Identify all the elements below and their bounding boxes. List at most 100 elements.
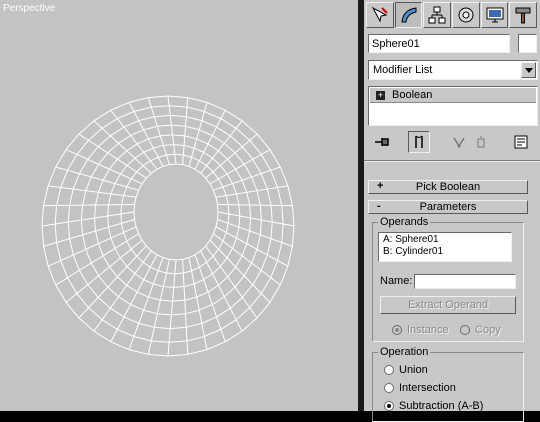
stack-item-boolean[interactable]: + Boolean — [370, 88, 536, 103]
pick-boolean-rollout-header[interactable]: + Pick Boolean — [368, 180, 528, 194]
wireframe-edge — [124, 187, 127, 196]
radio-button[interactable] — [460, 325, 470, 335]
wireframe-edge — [218, 143, 224, 150]
remove-modifier-button[interactable] — [470, 131, 492, 153]
show-end-result-button[interactable] — [408, 131, 430, 153]
wireframe-edge — [108, 214, 121, 216]
wireframe-edge — [270, 285, 280, 302]
wireframe-edge — [98, 147, 108, 153]
wireframe-edge — [184, 287, 185, 301]
wireframe-edge — [202, 112, 205, 121]
wireframe-edge — [197, 139, 208, 144]
wireframe-edge — [129, 336, 134, 349]
wireframe-edge — [158, 258, 163, 271]
wireframe-edge — [267, 239, 271, 255]
wireframe-edge — [109, 159, 117, 169]
wireframe-edge — [91, 177, 103, 180]
wireframe-edge — [216, 227, 226, 233]
wireframe-edge — [220, 165, 227, 174]
radio-button[interactable] — [384, 401, 394, 411]
operand-name-input[interactable] — [414, 274, 516, 289]
wireframe-edge — [225, 110, 242, 121]
wireframe-edge — [86, 249, 91, 263]
wireframe-edge — [139, 121, 144, 130]
wireframe-edge — [70, 189, 74, 205]
wireframe-edge — [187, 98, 188, 108]
wireframe-edge — [153, 145, 163, 148]
wireframe-edge — [121, 212, 134, 214]
radio-button[interactable] — [384, 383, 394, 393]
expand-icon[interactable]: + — [376, 91, 385, 100]
wireframe-edge — [129, 102, 134, 111]
wireframe-edge — [194, 148, 204, 152]
intersection-radio[interactable]: Intersection — [384, 382, 456, 394]
list-item[interactable]: B: Cylinder01 — [383, 246, 507, 258]
motion-tab[interactable] — [452, 2, 480, 28]
wireframe-edge — [127, 241, 131, 249]
wireframe-edge — [94, 110, 111, 121]
wireframe-edge — [228, 153, 235, 159]
wireframe-edge — [57, 187, 61, 205]
modify-tab[interactable] — [395, 2, 423, 28]
wireframe-edge — [240, 216, 251, 218]
make-unique-button[interactable] — [448, 131, 470, 153]
display-tab[interactable] — [481, 2, 509, 28]
configure-modifier-sets-button[interactable] — [510, 131, 532, 153]
operands-list[interactable]: A: Sphere01 B: Cylinder01 — [378, 232, 512, 262]
wireframe-edge — [61, 170, 68, 187]
wireframe-edge — [242, 140, 249, 146]
radio-button[interactable] — [392, 325, 402, 335]
instance-radio[interactable]: Instance — [392, 324, 449, 336]
wireframe-edge — [199, 130, 212, 136]
wireframe-edge — [115, 184, 127, 187]
wireframe-edge — [137, 144, 144, 152]
wireframe-edge — [260, 205, 261, 220]
wireframe-edge — [44, 186, 49, 206]
modifier-list-dropdown[interactable]: Modifier List — [368, 60, 538, 80]
wireframe-edge — [207, 342, 225, 350]
wireframe-edge — [227, 248, 232, 258]
union-radio[interactable]: Union — [384, 364, 428, 376]
wireframe-edge — [66, 134, 79, 150]
utilities-tab[interactable] — [509, 2, 537, 28]
dropdown-arrow-icon[interactable] — [521, 62, 536, 78]
extract-operand-button[interactable]: Extract Operand — [380, 296, 516, 314]
wireframe-edge — [183, 273, 184, 287]
wireframe-edge — [253, 285, 262, 294]
object-name-input[interactable] — [368, 34, 510, 53]
wireframe-edge — [226, 232, 236, 238]
wireframe-edge — [110, 297, 118, 308]
object-color-swatch[interactable] — [518, 34, 537, 53]
wireframe-edge — [151, 106, 169, 107]
wireframe-edge — [117, 317, 124, 329]
perspective-viewport[interactable]: Perspective — [0, 0, 358, 411]
list-item[interactable]: A: Sphere01 — [383, 234, 507, 246]
wireframe-edge — [131, 240, 142, 249]
wireframe-edge — [111, 329, 118, 341]
hierarchy-tab[interactable] — [423, 2, 451, 28]
wireframe-edge — [102, 119, 117, 129]
wireframe-edge — [292, 226, 294, 246]
wireframe-edge — [55, 224, 56, 243]
wireframe-edge — [242, 147, 252, 160]
subtraction-radio[interactable]: Subtraction (A-B) — [384, 400, 483, 412]
wireframe-edge — [261, 294, 270, 303]
wireframe-edge — [204, 112, 221, 119]
radio-button[interactable] — [384, 365, 394, 375]
create-tab[interactable] — [366, 2, 394, 28]
wireframe-edge — [174, 287, 184, 288]
parameters-rollout-header[interactable]: - Parameters — [368, 200, 528, 214]
copy-radio[interactable]: Copy — [460, 324, 501, 336]
wireframe-edge — [169, 259, 176, 260]
pin-stack-button[interactable] — [372, 131, 394, 153]
wireframe-edge — [233, 238, 237, 248]
wireframe-edge — [137, 256, 143, 262]
wireframe-edge — [195, 255, 199, 267]
wireframe-edge — [77, 140, 89, 154]
wireframe-edge — [213, 256, 220, 266]
wireframe-edge — [135, 220, 137, 227]
wireframe-edge — [223, 232, 226, 241]
wireframe-edge — [137, 172, 147, 178]
wireframe-edge — [219, 174, 228, 179]
wireframe-edge — [146, 173, 151, 178]
